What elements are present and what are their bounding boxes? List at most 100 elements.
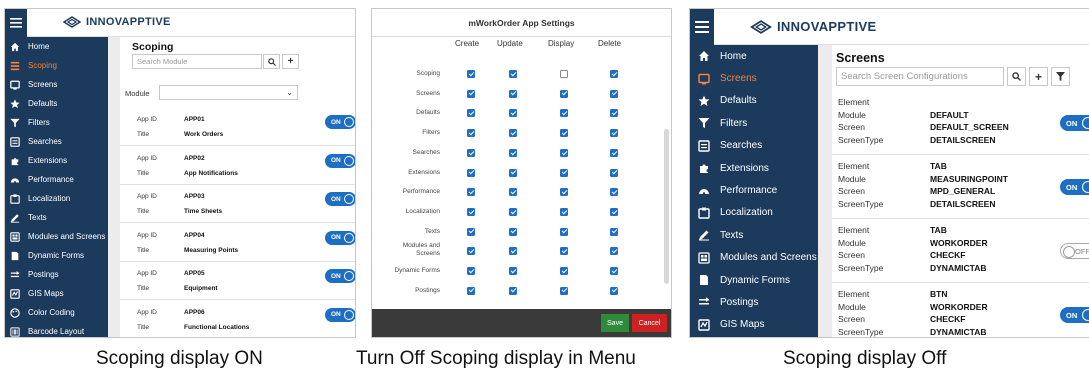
create-checkbox[interactable] — [467, 148, 475, 157]
create-checkbox[interactable] — [467, 70, 475, 78]
update-checkbox[interactable] — [509, 267, 517, 275]
sidebar-item-performance[interactable]: Performance — [5, 170, 108, 189]
display-checkbox[interactable] — [560, 227, 568, 236]
delete-checkbox[interactable] — [610, 129, 618, 138]
sidebar-item-defaults[interactable]: Defaults — [690, 90, 818, 112]
display-toggle[interactable]: ON — [325, 230, 355, 245]
sidebar-item-screens[interactable]: Screens — [690, 67, 818, 89]
create-checkbox[interactable] — [467, 109, 475, 118]
sidebar-item-scoping[interactable]: Scoping — [5, 56, 108, 75]
display-checkbox[interactable] — [560, 267, 568, 275]
update-checkbox[interactable] — [509, 109, 517, 118]
app-card[interactable]: App ID APP01 Title Work Orders ON — [120, 109, 355, 146]
display-checkbox[interactable] — [560, 109, 568, 118]
app-card[interactable]: App ID APP03 Title Time Sheets ON — [120, 186, 355, 223]
sidebar-item-performance[interactable]: Performance — [690, 179, 818, 201]
update-checkbox[interactable] — [509, 168, 517, 177]
delete-checkbox[interactable] — [610, 168, 618, 177]
sidebar-item-texts[interactable]: Texts — [690, 224, 818, 246]
sidebar-item-color-coding[interactable]: Color Coding — [5, 303, 108, 322]
display-toggle[interactable]: OFF — [1060, 243, 1089, 259]
screen-card[interactable]: Element TAB Module WORKORDER Screen CHECKF Scr… — [832, 221, 1089, 283]
create-checkbox[interactable] — [467, 247, 475, 256]
sidebar-item-localization[interactable]: Localization — [690, 202, 818, 224]
delete-checkbox[interactable] — [610, 188, 618, 197]
sidebar-item-home[interactable]: Home — [5, 37, 108, 56]
sidebar-item-searches[interactable]: Searches — [690, 135, 818, 157]
delete-checkbox[interactable] — [610, 207, 618, 216]
save-button[interactable]: Save — [601, 314, 629, 332]
display-checkbox[interactable] — [560, 207, 568, 216]
display-checkbox[interactable] — [560, 129, 568, 138]
sidebar-item-searches[interactable]: Searches — [5, 132, 108, 151]
app-card[interactable]: App ID APP04 Title Measuring Points ON — [120, 224, 355, 262]
sidebar-item-postings[interactable]: Postings — [5, 265, 108, 284]
display-checkbox[interactable] — [560, 148, 568, 157]
sidebar-item-localization[interactable]: Localization — [5, 189, 108, 208]
display-toggle[interactable]: ON — [325, 153, 355, 168]
search-button[interactable] — [263, 54, 280, 69]
delete-checkbox[interactable] — [610, 70, 618, 78]
app-card[interactable]: App ID APP05 Title Equipment ON — [120, 263, 355, 300]
sidebar-item-dynamic-forms[interactable]: Dynamic Forms — [5, 246, 108, 265]
display-checkbox[interactable] — [560, 168, 568, 177]
delete-checkbox[interactable] — [610, 286, 618, 295]
sidebar-item-gis-maps[interactable]: GIS Maps — [5, 284, 108, 303]
create-checkbox[interactable] — [467, 168, 475, 177]
app-card[interactable]: App ID APP06 Title Functional Locations ON — [120, 301, 355, 337]
sidebar-item-filters[interactable]: Filters — [690, 112, 818, 134]
update-checkbox[interactable] — [509, 286, 517, 295]
display-toggle[interactable]: ON — [1060, 179, 1089, 195]
sidebar-item-extensions[interactable]: Extensions — [5, 151, 108, 170]
sidebar-item-defaults[interactable]: Defaults — [5, 94, 108, 113]
create-checkbox[interactable] — [467, 207, 475, 216]
sidebar-item-modules-and-screens[interactable]: Modules and Screens — [690, 247, 818, 269]
update-checkbox[interactable] — [509, 89, 517, 98]
display-checkbox[interactable] — [560, 247, 568, 256]
create-checkbox[interactable] — [467, 129, 475, 138]
menu-icon[interactable] — [690, 9, 714, 45]
screen-card[interactable]: Element BTN Module WORKORDER Screen CHECKF Scr… — [832, 285, 1089, 337]
update-checkbox[interactable] — [509, 227, 517, 236]
add-button[interactable]: + — [282, 54, 299, 69]
update-checkbox[interactable] — [509, 207, 517, 216]
menu-icon[interactable] — [5, 9, 27, 37]
delete-checkbox[interactable] — [610, 247, 618, 256]
display-checkbox[interactable] — [560, 89, 568, 98]
display-toggle[interactable]: ON — [325, 115, 355, 129]
sidebar-item-dynamic-forms[interactable]: Dynamic Forms — [690, 269, 818, 291]
search-button[interactable] — [1007, 67, 1026, 86]
sidebar-item-postings[interactable]: Postings — [690, 291, 818, 313]
update-checkbox[interactable] — [509, 188, 517, 197]
create-checkbox[interactable] — [467, 89, 475, 98]
update-checkbox[interactable] — [509, 129, 517, 138]
create-checkbox[interactable] — [467, 286, 475, 295]
sidebar-item-home[interactable]: Home — [690, 45, 818, 67]
display-checkbox[interactable] — [560, 188, 568, 197]
create-checkbox[interactable] — [467, 188, 475, 197]
display-toggle[interactable]: ON — [325, 192, 355, 206]
delete-checkbox[interactable] — [610, 148, 618, 157]
sidebar-item-texts[interactable]: Texts — [5, 208, 108, 227]
scrollbar[interactable] — [664, 129, 669, 284]
sidebar-item-filters[interactable]: Filters — [5, 113, 108, 132]
module-select[interactable]: ⌄ — [159, 85, 298, 100]
display-toggle[interactable]: ON — [1060, 307, 1089, 323]
screen-card[interactable]: Element Module DEFAULT Screen DEFAULT_SCREEN… — [832, 93, 1089, 155]
cancel-button[interactable]: Cancel — [632, 314, 667, 332]
display-toggle[interactable]: ON — [1060, 115, 1089, 131]
sidebar-item-extensions[interactable]: Extensions — [690, 157, 818, 179]
screen-card[interactable]: Element TAB Module MEASURINGPOINT Screen MPD_… — [832, 157, 1089, 219]
search-input[interactable]: Search Screen Configurations — [836, 67, 1004, 86]
delete-checkbox[interactable] — [610, 109, 618, 118]
add-button[interactable]: + — [1029, 67, 1048, 86]
app-card[interactable]: App ID APP02 Title App Notifications ON — [120, 147, 355, 185]
update-checkbox[interactable] — [509, 247, 517, 256]
sidebar-item-barcode-layout[interactable]: Barcode Layout — [5, 322, 108, 337]
delete-checkbox[interactable] — [610, 89, 618, 98]
display-toggle[interactable]: ON — [325, 307, 355, 322]
display-checkbox[interactable] — [560, 70, 568, 78]
create-checkbox[interactable] — [467, 227, 475, 236]
update-checkbox[interactable] — [509, 148, 517, 157]
create-checkbox[interactable] — [467, 267, 475, 275]
